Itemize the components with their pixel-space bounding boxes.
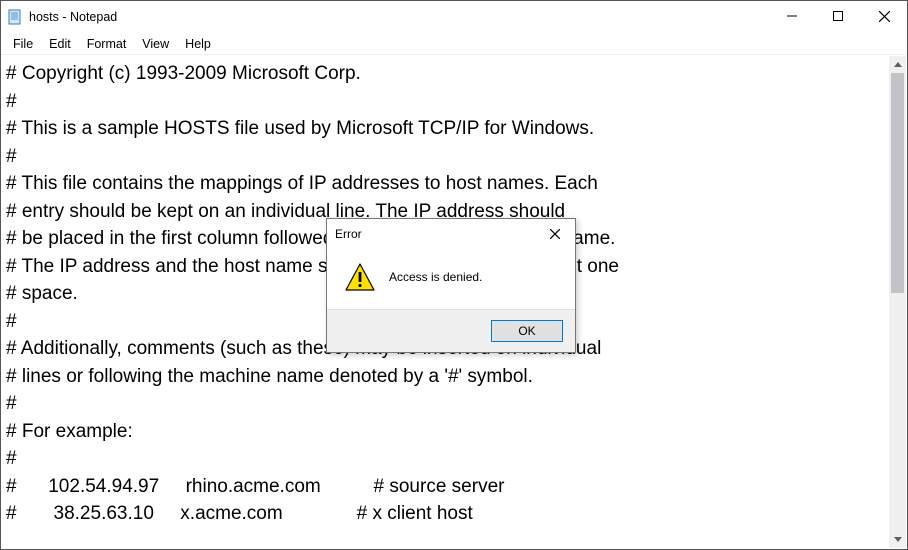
menu-help[interactable]: Help <box>177 35 219 53</box>
minimize-button[interactable] <box>769 1 815 31</box>
dialog-titlebar[interactable]: Error <box>327 219 575 249</box>
scroll-up-arrow[interactable] <box>889 56 906 73</box>
window-controls <box>769 1 907 31</box>
warning-icon <box>345 263 375 291</box>
error-dialog: Error Access is denied. OK <box>326 218 576 353</box>
close-button[interactable] <box>861 1 907 31</box>
window-title: hosts - Notepad <box>29 10 117 24</box>
menubar: File Edit Format View Help <box>1 33 907 55</box>
menu-edit[interactable]: Edit <box>41 35 79 53</box>
scroll-down-arrow[interactable] <box>889 531 906 548</box>
scroll-track[interactable] <box>889 73 906 531</box>
dialog-title: Error <box>335 227 362 241</box>
vertical-scrollbar[interactable] <box>889 56 906 548</box>
scroll-thumb[interactable] <box>891 73 904 293</box>
dialog-message: Access is denied. <box>389 270 482 284</box>
dialog-footer: OK <box>327 309 575 352</box>
menu-view[interactable]: View <box>134 35 177 53</box>
dialog-close-button[interactable] <box>535 221 575 247</box>
notepad-icon <box>7 9 23 25</box>
titlebar[interactable]: hosts - Notepad <box>1 1 907 33</box>
menu-format[interactable]: Format <box>79 35 135 53</box>
ok-button[interactable]: OK <box>491 320 563 342</box>
maximize-button[interactable] <box>815 1 861 31</box>
menu-file[interactable]: File <box>5 35 41 53</box>
dialog-body: Access is denied. <box>327 249 575 309</box>
